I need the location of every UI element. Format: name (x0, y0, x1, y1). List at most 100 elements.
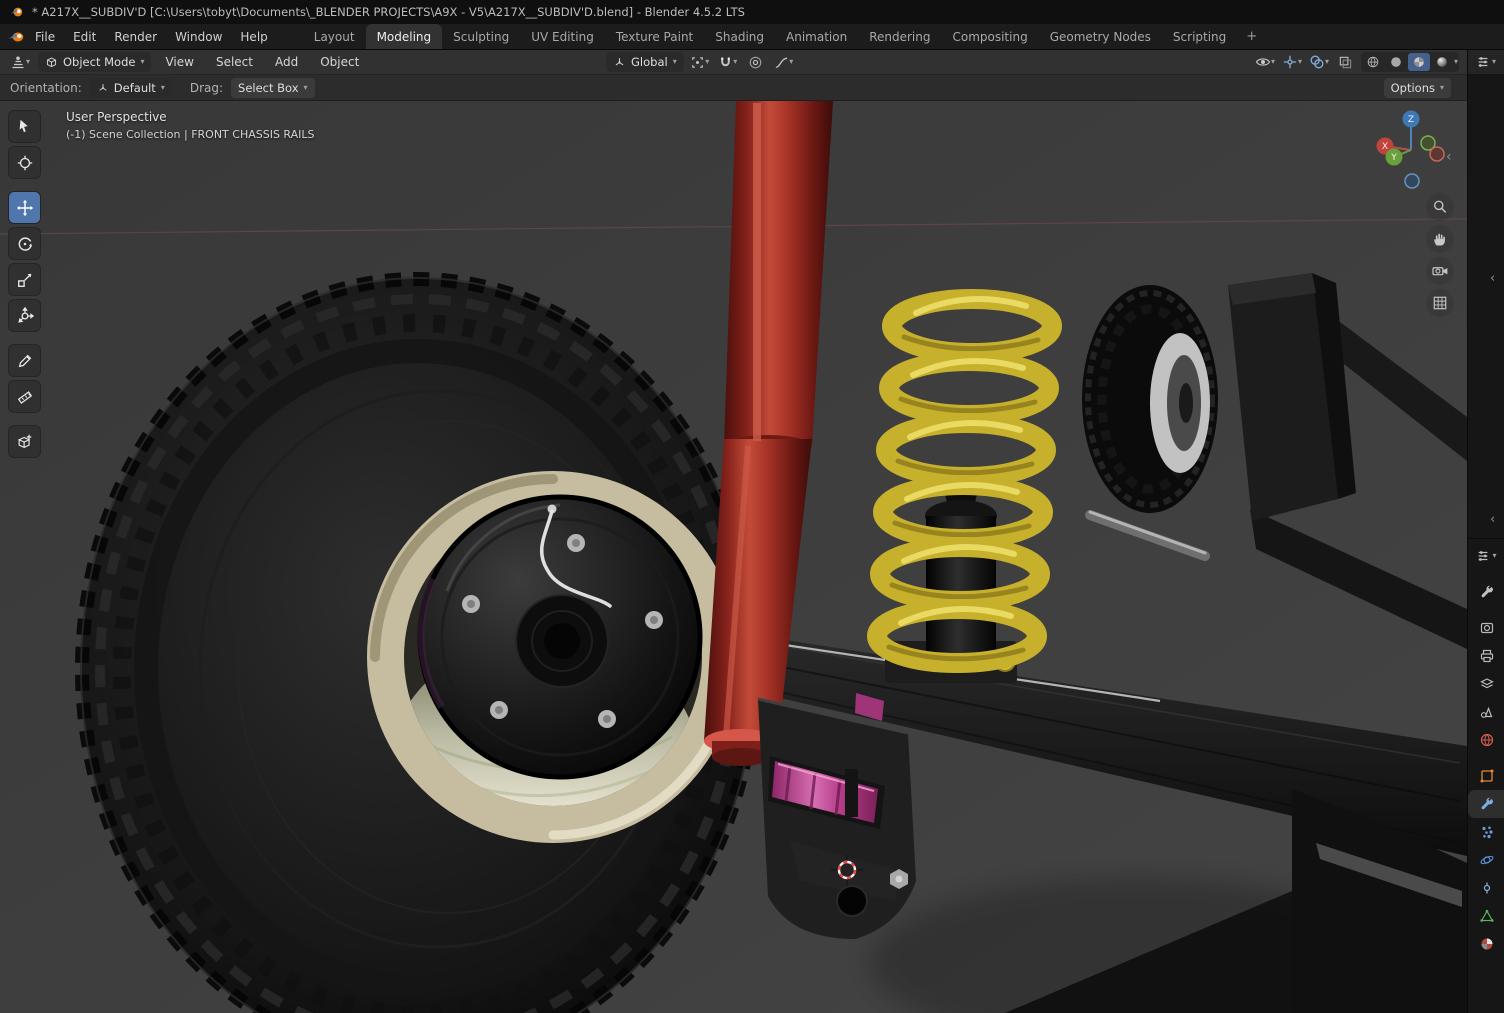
editor-3d-viewport-icon (12, 56, 24, 69)
workspace-tab-modeling[interactable]: Modeling (365, 24, 443, 49)
workspace-tab-layout[interactable]: Layout (303, 24, 366, 49)
transform-orientation-dropdown[interactable]: Global ▾ (606, 52, 684, 72)
editor-type-button[interactable]: ▾ (8, 52, 32, 72)
tweak-select-tool[interactable] (9, 111, 40, 142)
view-layer-icon (1479, 678, 1494, 689)
viewport-breadcrumb: (-1) Scene Collection | FRONT CHASSIS RA… (66, 128, 315, 141)
tab-modifiers[interactable] (1468, 790, 1504, 818)
workspace-tab-sculpting[interactable]: Sculpting (442, 24, 520, 49)
xray-toggle[interactable] (1334, 52, 1358, 72)
chevron-down-icon: ▾ (733, 57, 738, 66)
axis-y-label: Y (1390, 153, 1397, 163)
tab-tool[interactable] (1468, 578, 1504, 606)
3d-viewport[interactable]: User Perspective (-1) Scene Collection |… (0, 101, 1467, 1013)
tab-scene[interactable] (1468, 698, 1504, 726)
tab-particles[interactable] (1468, 818, 1504, 846)
tab-world[interactable] (1468, 726, 1504, 754)
snap-base-button[interactable]: ▾ (688, 52, 712, 72)
cursor-tool[interactable] (9, 147, 40, 178)
workspace-tab-rendering[interactable]: Rendering (858, 24, 941, 49)
shading-material-preview-button[interactable] (1407, 53, 1430, 71)
orthographic-toggle-button[interactable] (1426, 289, 1454, 317)
tab-render[interactable] (1468, 614, 1504, 642)
annotate-tool[interactable] (9, 345, 40, 376)
tab-physics[interactable] (1468, 846, 1504, 874)
transform-tool[interactable] (9, 300, 40, 331)
scale-tool[interactable] (9, 264, 40, 295)
axis-neg-x-ball[interactable] (1429, 146, 1445, 162)
spring-shackle-bracket[interactable] (757, 693, 916, 939)
window-titlebar: * A217X__SUBDIV'D [C:\Users\tobyt\Docume… (0, 0, 1504, 24)
editor-type-icon (1478, 57, 1488, 67)
menu-file[interactable]: File (26, 27, 64, 47)
shading-wireframe-button[interactable] (1362, 53, 1384, 71)
proportional-editing-button[interactable] (744, 52, 768, 72)
shading-solid-button[interactable] (1385, 53, 1407, 71)
object-mode-icon (46, 56, 57, 67)
menu-add[interactable]: Add (267, 52, 306, 72)
workspace-tab-animation[interactable]: Animation (775, 24, 858, 49)
outliner-header[interactable]: ▾ (1468, 50, 1504, 75)
mode-dropdown[interactable]: Object Mode ▾ (38, 52, 152, 72)
tab-object[interactable] (1468, 762, 1504, 790)
measure-tool[interactable] (9, 381, 40, 412)
sidebar-expand-arrow[interactable]: ‹ (1446, 149, 1452, 165)
properties-sliders-icon (1479, 551, 1488, 561)
brake-drum[interactable] (417, 494, 703, 780)
add-cube-tool[interactable] (9, 426, 40, 457)
region-expand-arrow[interactable]: ‹ (1490, 271, 1495, 286)
add-workspace-button[interactable]: + (1237, 24, 1266, 49)
move-tool[interactable] (9, 192, 40, 223)
tab-view-layer[interactable] (1468, 670, 1504, 698)
move-arrows-icon (16, 199, 33, 216)
3d-viewport-canvas[interactable] (0, 101, 1467, 1013)
top-menubar: File Edit Render Window Help Layout Mode… (0, 24, 1504, 50)
orientation-default-dropdown[interactable]: Default ▾ (89, 77, 172, 98)
zoom-button[interactable] (1426, 193, 1454, 221)
menu-window[interactable]: Window (166, 27, 231, 47)
xray-icon (1340, 56, 1352, 68)
proportional-falloff-button[interactable]: ▾ (772, 52, 796, 72)
menu-select[interactable]: Select (208, 52, 261, 72)
camera-view-button[interactable] (1426, 257, 1454, 285)
render-icon (1480, 622, 1493, 634)
drag-mode-dropdown[interactable]: Select Box ▾ (231, 77, 315, 98)
blender-logo-icon[interactable] (8, 30, 26, 44)
workspace-tab-compositing[interactable]: Compositing (941, 24, 1038, 49)
show-gizmo-toggle[interactable]: ▾ (1280, 52, 1304, 72)
menu-edit[interactable]: Edit (64, 27, 105, 47)
chevron-down-icon: ▾ (1324, 57, 1329, 66)
menu-help[interactable]: Help (231, 27, 276, 47)
menu-view[interactable]: View (157, 52, 201, 72)
snap-toggle-button[interactable]: ▾ (716, 52, 740, 72)
magnet-icon (721, 57, 730, 66)
menu-object[interactable]: Object (312, 52, 367, 72)
visibility-dropdown[interactable]: ▾ (1253, 52, 1277, 72)
tab-output[interactable] (1468, 642, 1504, 670)
shading-rendered-button[interactable] (1431, 53, 1453, 71)
tab-material[interactable] (1468, 930, 1504, 958)
viewport-nav-buttons (1426, 193, 1454, 317)
chevron-down-icon: ▾ (705, 57, 710, 66)
workspace-tab-uv-editing[interactable]: UV Editing (520, 24, 605, 49)
rear-wheel[interactable] (1082, 285, 1218, 513)
workspace-tab-scripting[interactable]: Scripting (1162, 24, 1237, 49)
workspace-tab-texture-paint[interactable]: Texture Paint (605, 24, 704, 49)
navigation-gizmo[interactable]: Z X Y (1369, 110, 1453, 194)
wireframe-sphere-icon (1367, 56, 1379, 68)
options-dropdown[interactable]: Options ▾ (1383, 77, 1451, 98)
menu-render[interactable]: Render (105, 27, 166, 47)
properties-editor-selector[interactable]: ▾ (1468, 549, 1504, 563)
tab-object-data[interactable] (1468, 902, 1504, 930)
pan-button[interactable] (1426, 225, 1454, 253)
region-expand-arrow[interactable]: ‹ (1490, 512, 1495, 527)
show-overlays-toggle[interactable]: ▾ (1307, 52, 1331, 72)
3d-cursor-icon (17, 155, 32, 170)
physics-icon (1480, 855, 1493, 865)
tab-constraints[interactable] (1468, 874, 1504, 902)
axis-neg-z-ball[interactable] (1404, 173, 1420, 189)
workspace-tab-geometry-nodes[interactable]: Geometry Nodes (1039, 24, 1162, 49)
workspace-tab-shading[interactable]: Shading (704, 24, 775, 49)
chevron-down-icon: ▾ (140, 57, 145, 66)
rotate-tool[interactable] (9, 228, 40, 259)
